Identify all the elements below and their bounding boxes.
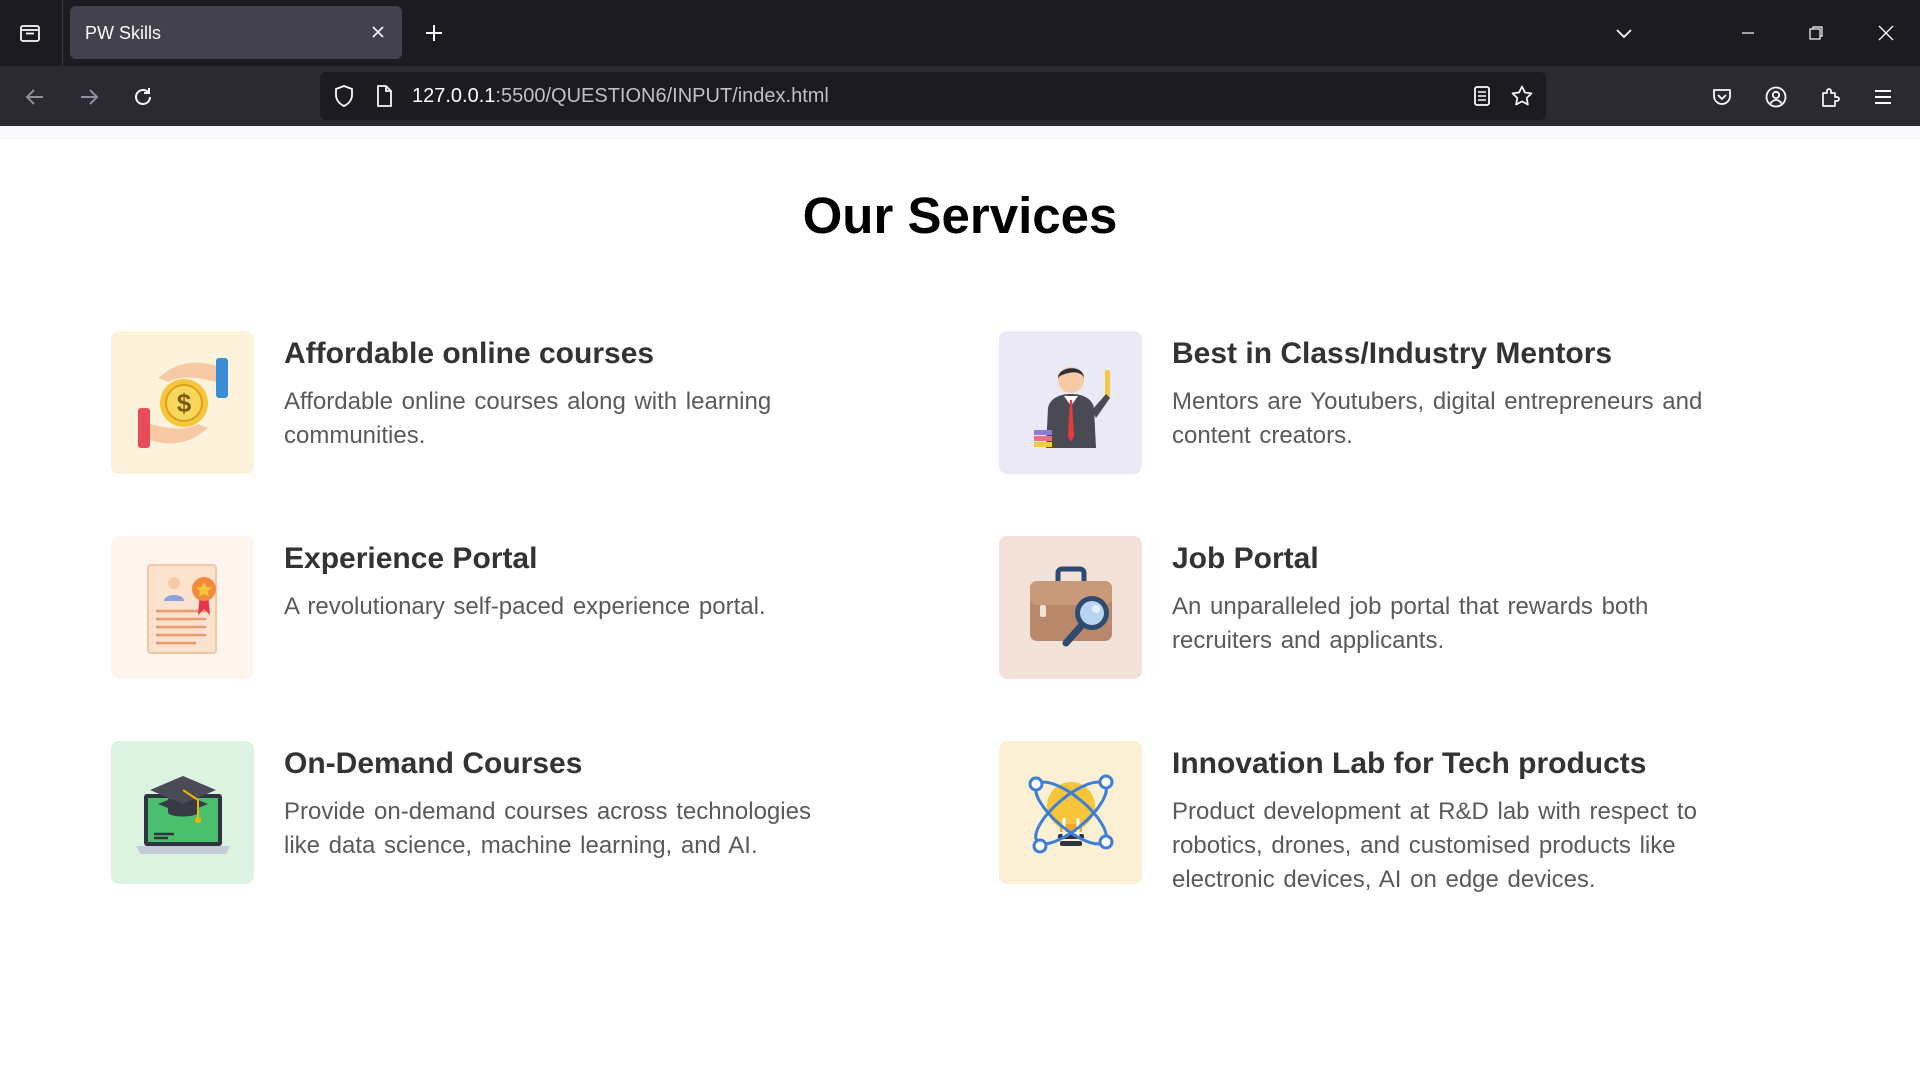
service-title: Job Portal	[1172, 542, 1319, 575]
service-industry-mentors: Best in Class/Industry Mentors Mentors a…	[999, 331, 1799, 481]
service-icon-box	[111, 536, 254, 679]
money-hand-icon: $	[137, 357, 228, 448]
service-icon-box: $	[111, 331, 254, 474]
service-job-portal: Job Portal An unparalleled job portal th…	[999, 536, 1799, 686]
page-info-icon[interactable]	[372, 84, 396, 108]
service-description: Provide on-demand courses across technol…	[284, 798, 811, 859]
graduation-laptop-icon	[135, 775, 230, 854]
navigation-toolbar: 127.0.0.1:5500/QUESTION6/INPUT/index.htm…	[0, 66, 1920, 126]
restore-icon[interactable]	[1800, 17, 1832, 49]
new-tab-icon[interactable]	[418, 17, 450, 49]
service-description: Mentors are Youtubers, digital entrepren…	[1172, 388, 1703, 449]
account-icon[interactable]	[1759, 80, 1793, 114]
service-affordable-courses: $ Affordable online courses Affordable o…	[111, 331, 911, 481]
close-tab-icon[interactable]	[366, 20, 390, 44]
tab-separator	[62, 0, 63, 66]
back-arrow-icon[interactable]	[18, 80, 52, 114]
tab-overflow-chevron-down-icon[interactable]	[1608, 17, 1640, 49]
service-on-demand-courses: On-Demand Courses Provide on-demand cour…	[111, 741, 911, 891]
lightbulb-atom-icon	[1028, 774, 1113, 853]
page-top-edge	[0, 126, 1920, 140]
minimize-icon[interactable]	[1732, 17, 1764, 49]
briefcase-search-icon	[1029, 566, 1112, 646]
extensions-puzzle-icon[interactable]	[1813, 80, 1847, 114]
url-path: :5500/QUESTION6/INPUT/index.html	[495, 85, 829, 107]
reload-icon[interactable]	[126, 80, 160, 114]
service-title: On-Demand Courses	[284, 747, 583, 780]
url-host: 127.0.0.1	[412, 85, 496, 107]
svg-text:$: $	[176, 388, 191, 418]
service-description: Product development at R&D lab with resp…	[1172, 798, 1697, 893]
mentor-teacher-icon	[1033, 366, 1110, 448]
service-innovation-lab: Innovation Lab for Tech products Product…	[999, 741, 1799, 893]
active-tab[interactable]: PW Skills	[70, 6, 402, 59]
pocket-icon[interactable]	[1705, 80, 1739, 114]
url-text[interactable]: 127.0.0.1:5500/QUESTION6/INPUT/index.htm…	[412, 85, 829, 108]
service-experience-portal: Experience Portal A revolutionary self-p…	[111, 536, 911, 686]
address-bar[interactable]: 127.0.0.1:5500/QUESTION6/INPUT/index.htm…	[320, 72, 1546, 120]
forward-arrow-icon[interactable]	[72, 80, 106, 114]
reader-view-icon[interactable]	[1470, 84, 1494, 108]
certificate-icon	[146, 563, 217, 654]
service-icon-box	[999, 536, 1142, 679]
service-icon-box	[111, 741, 254, 884]
service-title: Best in Class/Industry Mentors	[1172, 337, 1613, 370]
tab-title: PW Skills	[85, 23, 161, 43]
tab-bar: PW Skills	[0, 0, 1920, 66]
service-description: A revolutionary self-paced experience po…	[284, 593, 766, 620]
bookmark-star-icon[interactable]	[1510, 84, 1534, 108]
service-icon-box	[999, 741, 1142, 884]
page-title: Our Services	[802, 187, 1118, 244]
service-title: Affordable online courses	[284, 337, 655, 370]
tracking-protection-shield-icon[interactable]	[332, 84, 356, 108]
hamburger-menu-icon[interactable]	[1866, 80, 1900, 114]
service-icon-box	[999, 331, 1142, 474]
window-close-icon[interactable]	[1870, 17, 1902, 49]
service-title: Innovation Lab for Tech products	[1172, 747, 1647, 780]
service-description: An unparalleled job portal that rewards …	[1172, 593, 1649, 654]
tab-list-icon[interactable]	[14, 17, 46, 49]
service-title: Experience Portal	[284, 542, 538, 575]
service-description: Affordable online courses along with lea…	[284, 388, 772, 449]
